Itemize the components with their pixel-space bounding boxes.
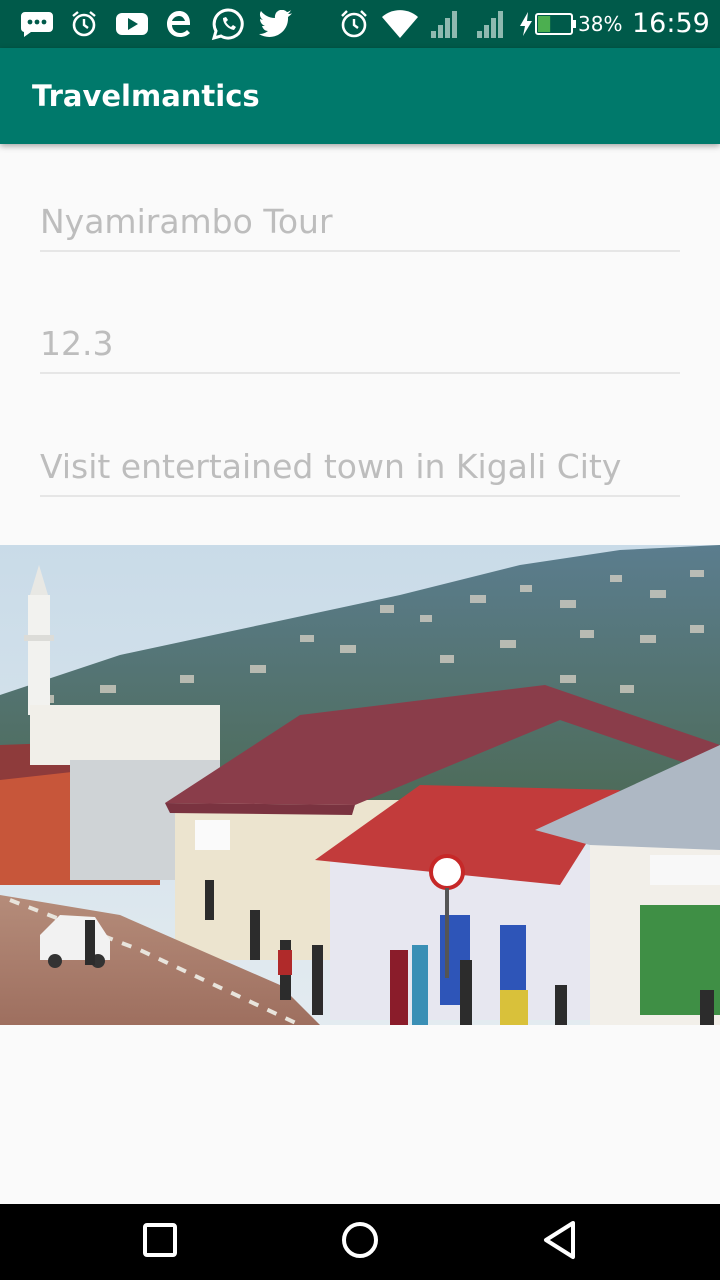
back-button[interactable] [530, 1212, 590, 1272]
clock: 16:59 [632, 8, 710, 39]
deal-image [0, 545, 720, 1025]
app-toolbar: Travelmantics [0, 48, 720, 144]
browser-icon [162, 8, 196, 40]
alarm-icon [70, 8, 98, 40]
chat-icon [18, 8, 56, 40]
battery-icon [534, 8, 578, 40]
wifi-icon [380, 8, 420, 40]
home-button[interactable] [330, 1212, 390, 1272]
signal-icon [428, 8, 460, 40]
whatsapp-icon [210, 8, 246, 41]
twitter-icon [258, 8, 294, 40]
alarm-icon [338, 8, 370, 40]
charging-icon [518, 8, 534, 40]
app-title: Travelmantics [32, 79, 260, 113]
status-bar: 38% 16:59 [0, 0, 720, 48]
navigation-bar [0, 1204, 720, 1280]
back-icon [542, 1220, 578, 1264]
recents-icon [142, 1222, 178, 1262]
youtube-icon [114, 8, 150, 40]
title-input[interactable] [40, 192, 680, 252]
price-input[interactable] [40, 314, 680, 374]
signal-icon [474, 8, 506, 40]
recents-button[interactable] [130, 1212, 190, 1272]
street-scene-image [0, 545, 720, 1025]
battery-percent: 38% [578, 12, 623, 36]
home-icon [340, 1220, 380, 1264]
description-input[interactable] [40, 437, 680, 497]
